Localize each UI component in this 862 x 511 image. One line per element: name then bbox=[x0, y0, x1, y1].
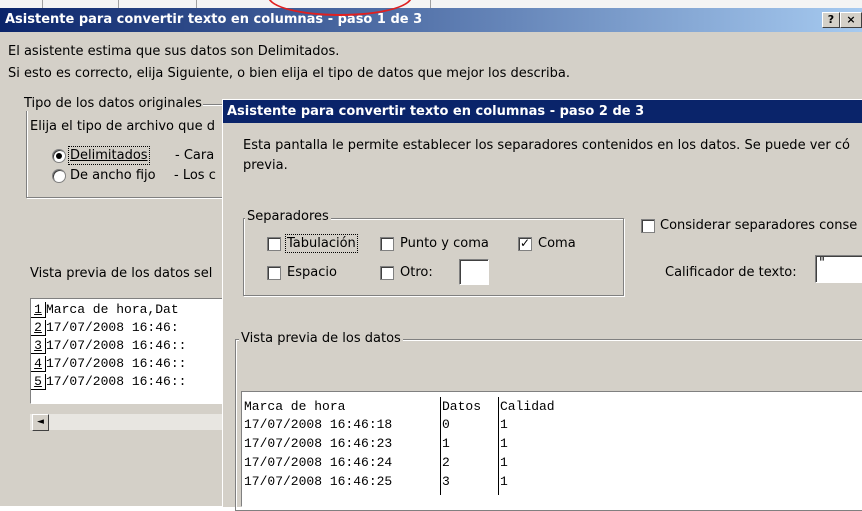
other-separator-input[interactable] bbox=[459, 259, 489, 285]
preview-row: 3 17/07/2008 16:46:: bbox=[31, 338, 186, 355]
close-button[interactable]: × bbox=[840, 12, 862, 28]
file-type-prompt: Elija el tipo de archivo que d bbox=[30, 119, 215, 134]
checkbox-space[interactable] bbox=[267, 266, 281, 280]
data-type-group-title: Tipo de los datos originales bbox=[24, 96, 203, 111]
text-qualifier-label: Calificador de texto: bbox=[665, 265, 797, 280]
checkbox-tab[interactable] bbox=[267, 237, 281, 251]
radio-delimited[interactable] bbox=[52, 149, 66, 163]
radio-fixed-width-label[interactable]: De ancho fijo bbox=[70, 168, 156, 183]
preview-cell: 1 bbox=[442, 436, 450, 451]
radio-selected-dot bbox=[56, 153, 62, 159]
dialog2-title: Asistente para convertir texto en column… bbox=[227, 104, 645, 119]
preview-cell: 17/07/2008 16:46:24 bbox=[244, 455, 393, 470]
preview-box-step1[interactable]: 1 Marca de hora,Dat 2 17/07/2008 16:46: 31… bbox=[30, 298, 228, 404]
intro-line-1: El asistente estima que sus datos son De… bbox=[8, 44, 340, 59]
column-divider bbox=[118, 0, 119, 8]
preview-cell: 17/07/2008 16:46:23 bbox=[244, 436, 393, 451]
preview-cell: 2 bbox=[442, 455, 450, 470]
description-line-2: previa. bbox=[243, 158, 288, 173]
preview-cell: 0 bbox=[442, 417, 450, 432]
column-divider bbox=[42, 0, 43, 8]
column-separator-line bbox=[440, 397, 441, 495]
radio-delimited-desc: - Cara bbox=[175, 148, 215, 163]
column-separator-line bbox=[498, 397, 499, 495]
description-line-1: Esta pantalla le permite establecer los … bbox=[243, 138, 850, 153]
checkbox-comma-label[interactable]: Coma bbox=[538, 236, 576, 251]
intro-line-2: Si esto es correcto, elija Siguiente, o … bbox=[8, 66, 570, 81]
column-divider bbox=[430, 0, 431, 8]
radio-fixed-width-desc: - Los c bbox=[174, 168, 216, 183]
checkbox-other[interactable] bbox=[380, 266, 394, 280]
text-qualifier-select[interactable]: " bbox=[815, 255, 862, 283]
preview-row: 4 17/07/2008 16:46:: bbox=[31, 356, 186, 373]
dialog2-title-bar[interactable]: Asistente para convertir texto en column… bbox=[223, 100, 862, 123]
preview-cell: 1 bbox=[500, 474, 508, 489]
preview-row: 1 Marca de hora,Dat bbox=[31, 302, 179, 319]
checkbox-tab-label[interactable]: Tabulación bbox=[285, 234, 358, 253]
scroll-left-arrow-icon[interactable]: ◄ bbox=[32, 414, 49, 431]
preview-cell: 17/07/2008 16:46:18 bbox=[244, 417, 393, 432]
preview-header-col3: Calidad bbox=[500, 399, 555, 414]
preview-header-col1: Marca de hora bbox=[244, 399, 346, 414]
preview-cell: 17/07/2008 16:46:25 bbox=[244, 474, 393, 489]
checkbox-space-label[interactable]: Espacio bbox=[287, 265, 337, 280]
dialog1-title-bar[interactable]: Asistente para convertir texto en column… bbox=[0, 8, 862, 32]
separators-title: Separadores bbox=[245, 209, 331, 224]
preview-label: Vista previa de los datos sel bbox=[30, 266, 213, 281]
radio-delimited-label[interactable]: Delimitados bbox=[68, 146, 150, 165]
checkbox-consecutive-separators[interactable] bbox=[641, 219, 655, 233]
checkbox-comma[interactable]: ✓ bbox=[518, 236, 532, 251]
data-preview-title: Vista previa de los datos bbox=[239, 331, 403, 346]
separators-group bbox=[243, 218, 624, 296]
preview-horizontal-scrollbar[interactable]: ◄ bbox=[30, 414, 226, 431]
checkbox-semicolon[interactable] bbox=[380, 237, 394, 251]
check-mark-icon: ✓ bbox=[520, 236, 531, 250]
checkbox-semicolon-label[interactable]: Punto y coma bbox=[400, 236, 489, 251]
text-to-columns-step2-dialog: Asistente para convertir texto en column… bbox=[222, 99, 862, 511]
preview-cell: 3 bbox=[442, 474, 450, 489]
preview-row: 2 17/07/2008 16:46: bbox=[31, 320, 179, 337]
preview-header-col2: Datos bbox=[442, 399, 482, 414]
data-preview-table[interactable]: Marca de hora Datos Calidad 17/07/2008 1… bbox=[241, 391, 862, 507]
preview-cell: 1 bbox=[500, 455, 508, 470]
radio-fixed-width[interactable] bbox=[52, 169, 66, 183]
checkbox-other-label[interactable]: Otro: bbox=[400, 265, 433, 280]
preview-cell: 1 bbox=[500, 417, 508, 432]
checkbox-consecutive-label[interactable]: Considerar separadores conse bbox=[660, 218, 857, 233]
preview-cell: 1 bbox=[500, 436, 508, 451]
help-button[interactable]: ? bbox=[822, 12, 840, 28]
column-divider bbox=[196, 0, 197, 8]
preview-row: 5 17/07/2008 16:46:: bbox=[31, 374, 186, 391]
